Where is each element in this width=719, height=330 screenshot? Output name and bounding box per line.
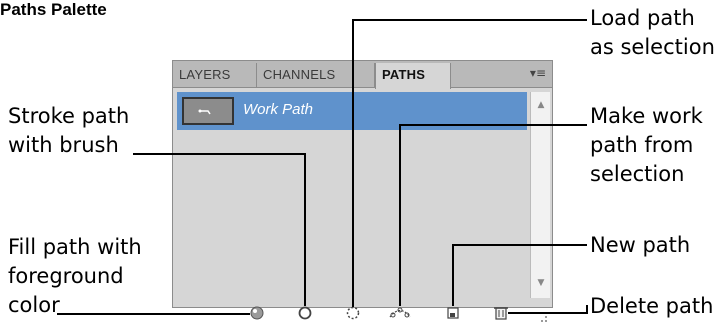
leader-load-selection <box>352 19 587 307</box>
delete-path-icon[interactable] <box>494 307 508 320</box>
leader-delete-path <box>508 305 588 314</box>
callout-overlay <box>57 19 588 322</box>
new-path-icon[interactable] <box>447 307 459 319</box>
make-work-path-icon[interactable] <box>389 307 411 318</box>
fill-path-icon[interactable] <box>250 306 264 320</box>
load-selection-icon[interactable] <box>346 306 360 320</box>
leader-make-work-path <box>399 124 587 306</box>
resize-grip-icon[interactable] <box>541 316 547 322</box>
leader-new-path <box>452 244 587 306</box>
stroke-path-icon[interactable] <box>298 306 312 320</box>
leader-stroke-path <box>133 153 306 306</box>
